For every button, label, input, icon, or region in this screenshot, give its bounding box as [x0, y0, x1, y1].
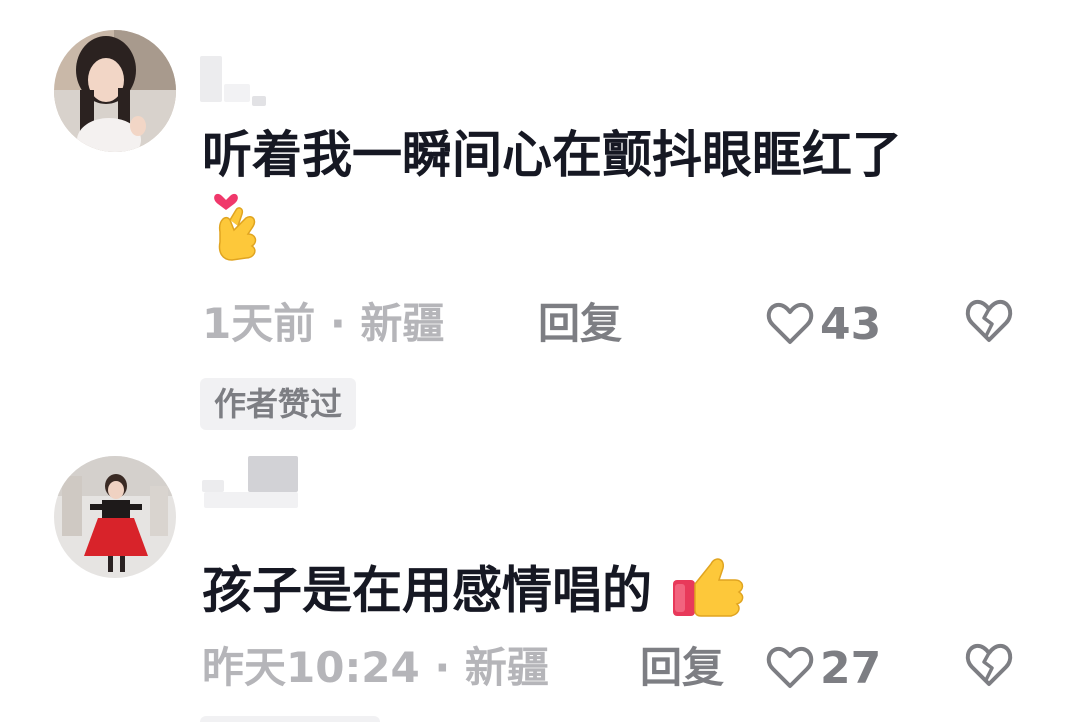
broken-heart-icon — [965, 299, 1013, 342]
comment-meta: 1天前 · 新疆 回复 — [202, 296, 622, 352]
time-location: 1天前 · 新疆 — [202, 299, 445, 348]
avatar-photo — [54, 30, 176, 152]
username-redacted[interactable] — [200, 452, 300, 508]
like-count: 27 — [820, 642, 882, 694]
like-count: 43 — [820, 298, 882, 350]
finger-heart-emoji — [212, 190, 264, 266]
reply-button[interactable]: 回复 — [640, 640, 724, 696]
like-button[interactable]: 27 — [766, 640, 881, 696]
avatar[interactable] — [54, 30, 176, 152]
heart-outline-icon — [766, 646, 814, 688]
thumbs-up-emoji — [671, 554, 745, 634]
comment-item: 孩子是在用感情唱的 昨天10:24 · 新疆 回复 27 — [0, 440, 1080, 722]
comment-meta: 昨天10:24 · 新疆 回复 — [202, 640, 724, 696]
comment-text: 孩子是在用感情唱的 — [202, 554, 745, 634]
username-redacted[interactable] — [200, 56, 300, 106]
reply-button[interactable]: 回复 — [538, 296, 622, 352]
dislike-button[interactable] — [964, 640, 1014, 690]
time-location: 昨天10:24 · 新疆 — [202, 643, 549, 692]
like-button[interactable]: 43 — [766, 296, 881, 352]
author-liked-badge: 作者赞过 — [200, 378, 357, 430]
comment-text: 听着我一瞬间心在颤抖眼眶红了 — [202, 124, 902, 186]
comment-item: 听着我一瞬间心在颤抖眼眶红了 1天前 · 新疆 回复 43 作者赞过 — [0, 0, 1080, 440]
avatar-photo — [54, 456, 176, 578]
comment-body: 听着我一瞬间心在颤抖眼眶红了 — [202, 126, 902, 184]
broken-heart-icon — [965, 643, 1013, 686]
dislike-button[interactable] — [964, 296, 1014, 346]
comment-body: 孩子是在用感情唱的 — [202, 561, 652, 620]
badge-partial — [200, 716, 380, 722]
heart-outline-icon — [766, 302, 814, 344]
avatar[interactable] — [54, 456, 176, 578]
